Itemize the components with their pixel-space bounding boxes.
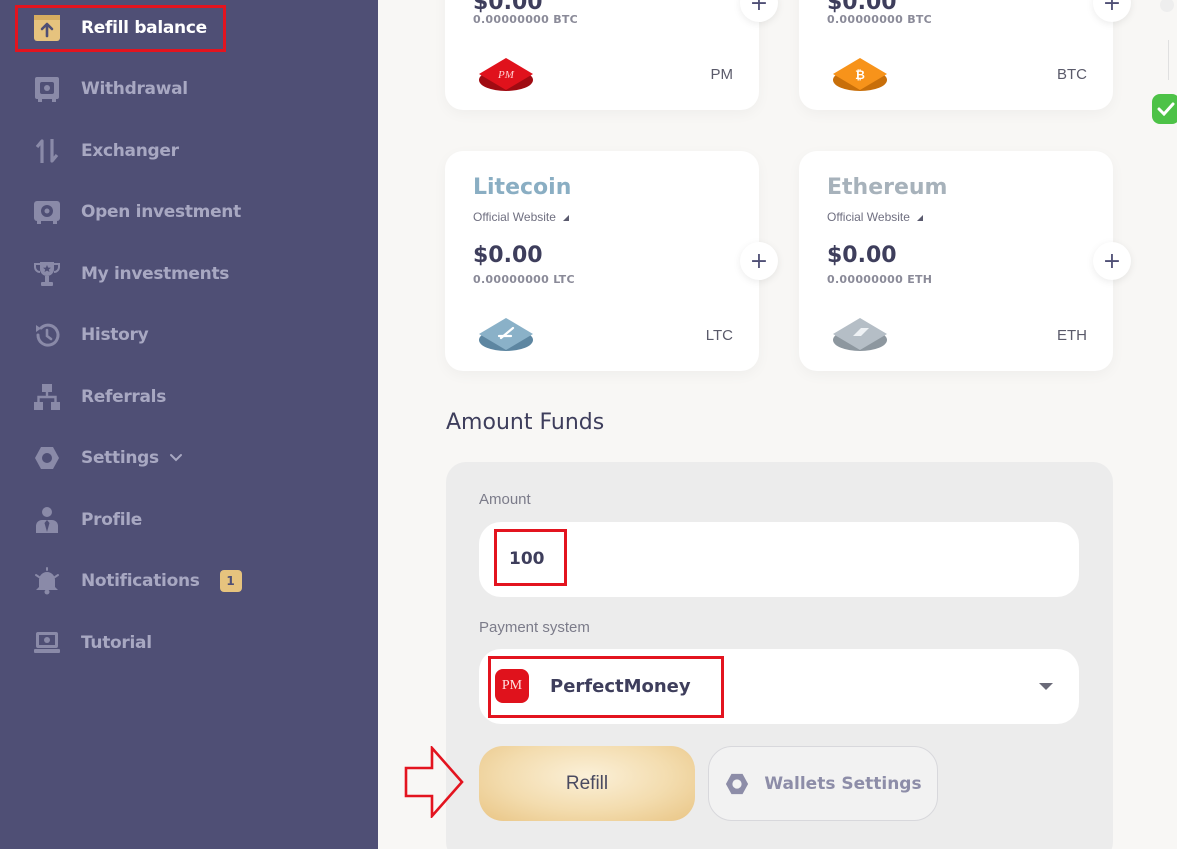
laptop-icon — [32, 628, 62, 658]
wallet-code: LTC — [705, 327, 733, 344]
chevron-down-icon[interactable] — [169, 453, 183, 463]
wallet-code: BTC — [1057, 66, 1087, 83]
add-wallet-litecoin-button[interactable]: + — [740, 242, 778, 280]
amount-input[interactable]: 100 — [479, 522, 1079, 597]
wallet-balance: $0.00 — [827, 243, 897, 268]
refill-button[interactable]: Refill — [479, 746, 695, 821]
checkmark-icon — [1152, 94, 1177, 124]
sidebar-item-label: Open investment — [81, 202, 241, 222]
sidebar-item-my-investments[interactable]: My investments — [0, 249, 378, 299]
open-safe-icon — [32, 197, 62, 227]
sidebar-item-profile[interactable]: Profile — [0, 495, 378, 545]
official-website-link[interactable]: Official Website — [473, 210, 569, 224]
wallet-code: PM — [710, 66, 734, 83]
bell-icon — [32, 566, 62, 596]
sidebar-item-history[interactable]: History — [0, 310, 378, 360]
hexagon-icon — [724, 772, 750, 796]
chevron-down-icon — [1039, 683, 1053, 690]
official-website-label: Official Website — [473, 210, 556, 224]
wallet-crypto-amount: 0.00000000 BTC — [827, 13, 933, 26]
sidebar-item-label: Tutorial — [81, 633, 152, 653]
wallets-settings-label: Wallets Settings — [764, 773, 922, 794]
network-icon — [32, 382, 62, 412]
official-website-link[interactable]: Official Website — [827, 210, 923, 224]
arrow-right-icon — [404, 746, 464, 818]
wallet-crypto-amount: 0.00000000 LTC — [473, 273, 575, 286]
sidebar-item-label: Withdrawal — [81, 79, 188, 99]
sidebar-item-label: Referrals — [81, 387, 167, 407]
add-wallet-ethereum-button[interactable]: + — [1093, 242, 1131, 280]
external-link-icon — [562, 215, 569, 221]
person-tie-icon — [32, 505, 62, 535]
notification-count-badge: 1 — [219, 570, 242, 592]
svg-text:₿: ₿ — [855, 68, 865, 82]
exchange-arrows-icon — [32, 136, 62, 166]
highlight-amount — [494, 529, 567, 586]
litecoin-logo-icon — [477, 314, 535, 359]
sidebar-item-tutorial[interactable]: Tutorial — [0, 618, 378, 668]
sidebar-item-label: My investments — [81, 264, 230, 284]
wallets-settings-button[interactable]: Wallets Settings — [708, 746, 938, 821]
history-icon — [32, 320, 62, 350]
amount-label: Amount — [479, 491, 531, 508]
divider — [1168, 40, 1169, 80]
sidebar-item-open-investment[interactable]: Open investment — [0, 187, 378, 237]
wallet-name: Ethereum — [827, 175, 948, 200]
payment-system-label: Payment system — [479, 619, 590, 636]
wallet-card-litecoin: Litecoin Official Website $0.00 0.000000… — [445, 151, 759, 371]
sidebar-item-label: Settings — [81, 448, 159, 468]
sidebar-item-label: Notifications — [81, 571, 200, 591]
wallet-balance: $0.00 — [473, 243, 543, 268]
wallet-crypto-amount: 0.00000000 ETH — [827, 273, 933, 286]
sidebar-item-settings[interactable]: Settings — [0, 433, 378, 483]
sidebar-item-notifications[interactable]: Notifications 1 — [0, 556, 378, 606]
sidebar: Refill balance Withdrawal Exchanger Open… — [0, 0, 378, 849]
sidebar-item-withdrawal[interactable]: Withdrawal — [0, 64, 378, 114]
wallet-crypto-amount: 0.00000000 BTC — [473, 13, 579, 26]
svg-text:PM: PM — [497, 69, 515, 81]
hexagon-icon — [32, 443, 62, 473]
partial-edge-element — [1160, 0, 1174, 12]
sidebar-item-referrals[interactable]: Referrals — [0, 372, 378, 422]
wallet-card-btc: $0.00 0.00000000 BTC ₿ BTC — [799, 0, 1113, 110]
sidebar-item-label: Profile — [81, 510, 143, 530]
highlight-payment-system — [488, 656, 724, 718]
wallet-code: ETH — [1057, 327, 1087, 344]
trophy-icon — [32, 259, 62, 289]
official-website-label: Official Website — [827, 210, 910, 224]
highlight-refill-balance — [15, 5, 226, 52]
sidebar-item-label: History — [81, 325, 149, 345]
bitcoin-logo-icon: ₿ — [831, 54, 889, 99]
wallet-name: Litecoin — [473, 175, 572, 200]
perfectmoney-logo-icon: PM — [477, 54, 535, 99]
amount-funds-title: Amount Funds — [446, 410, 605, 435]
ethereum-logo-icon — [831, 314, 889, 359]
safe-icon — [32, 74, 62, 104]
wallet-card-pm: $0.00 0.00000000 BTC PM PM — [445, 0, 759, 110]
external-link-icon — [916, 215, 923, 221]
sidebar-item-label: Exchanger — [81, 141, 179, 161]
refill-button-label: Refill — [565, 772, 609, 794]
sidebar-item-exchanger[interactable]: Exchanger — [0, 126, 378, 176]
wallet-card-ethereum: Ethereum Official Website $0.00 0.000000… — [799, 151, 1113, 371]
